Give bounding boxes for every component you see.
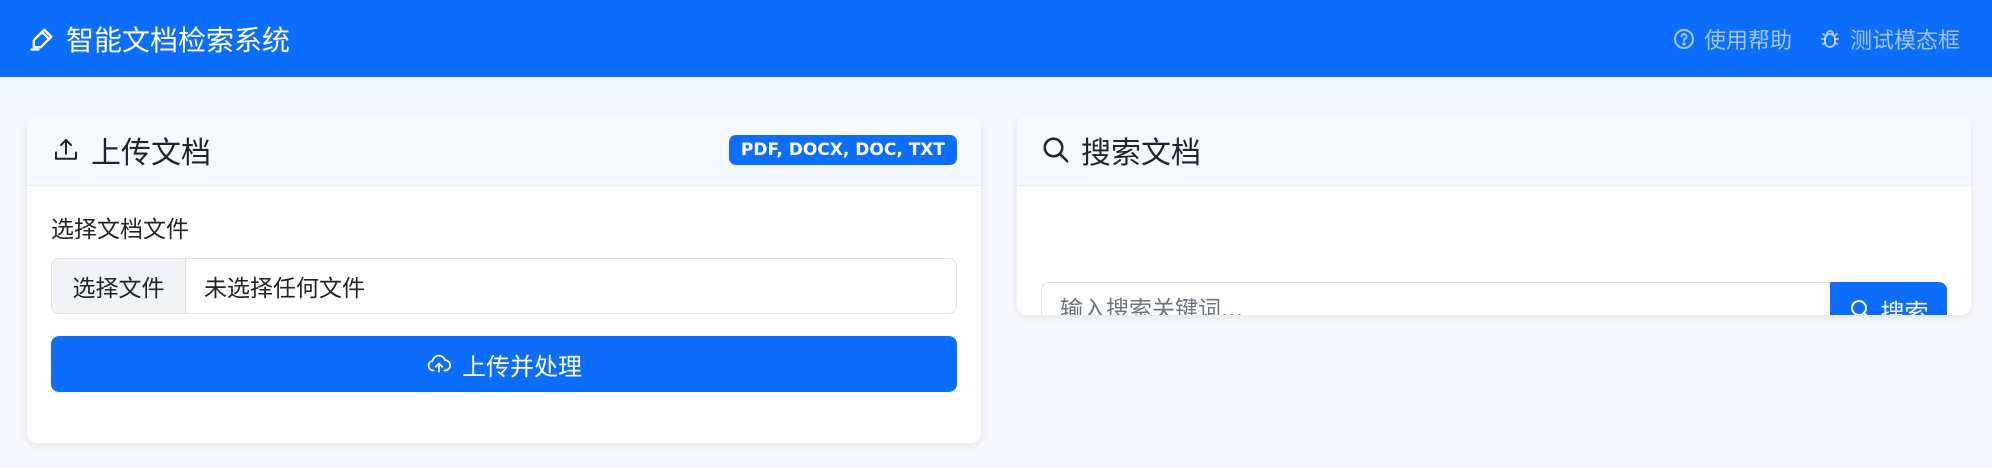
upload-submit-button[interactable]: 上传并处理: [51, 336, 957, 392]
brand-title: 智能文档检索系统: [66, 23, 291, 57]
choose-file-button[interactable]: 选择文件: [52, 259, 186, 313]
question-circle-icon: [1673, 28, 1694, 49]
search-card-header: 搜索文档: [1017, 115, 1971, 186]
upload-card-header: 上传文档 PDF, DOCX, DOC, TXT: [27, 115, 981, 186]
search-input[interactable]: [1041, 282, 1830, 315]
search-card: 搜索文档 搜索: [1017, 115, 1971, 315]
search-icon: [1043, 137, 1069, 163]
search-card-title-text: 搜索文档: [1081, 136, 1201, 171]
upload-card-title-text: 上传文档: [91, 136, 211, 171]
cloud-upload-icon: [427, 354, 451, 373]
upload-card-title: 上传文档: [51, 128, 211, 172]
test-modal-link-label: 测试模态框: [1849, 28, 1960, 54]
help-link-label: 使用帮助: [1703, 28, 1792, 54]
file-input[interactable]: 选择文件 未选择任何文件: [51, 258, 957, 314]
formats-badge: PDF, DOCX, DOC, TXT: [728, 135, 957, 165]
nav-links: 使用帮助 测试模态框: [1672, 23, 1960, 55]
help-link[interactable]: 使用帮助: [1672, 23, 1792, 55]
pen-icon: [30, 28, 53, 51]
test-modal-link[interactable]: 测试模态框: [1818, 23, 1960, 55]
upload-icon: [55, 139, 77, 160]
bug-icon: [1820, 29, 1839, 48]
search-icon: [1850, 300, 1867, 315]
search-group: 搜索: [1041, 282, 1947, 315]
search-button-label: 搜索: [1880, 298, 1929, 316]
brand[interactable]: 智能文档检索系统: [28, 19, 290, 59]
search-button[interactable]: 搜索: [1830, 282, 1947, 315]
file-label: 选择文档文件: [51, 217, 189, 243]
file-status: 未选择任何文件: [204, 276, 365, 302]
upload-submit-label: 上传并处理: [462, 352, 582, 381]
search-card-title: 搜索文档: [1041, 128, 1201, 172]
upload-card: 上传文档 PDF, DOCX, DOC, TXT 选择文档文件 选择文件 未选择…: [27, 115, 981, 443]
top-navbar: 智能文档检索系统 使用帮助 测试模态框: [0, 0, 1992, 77]
